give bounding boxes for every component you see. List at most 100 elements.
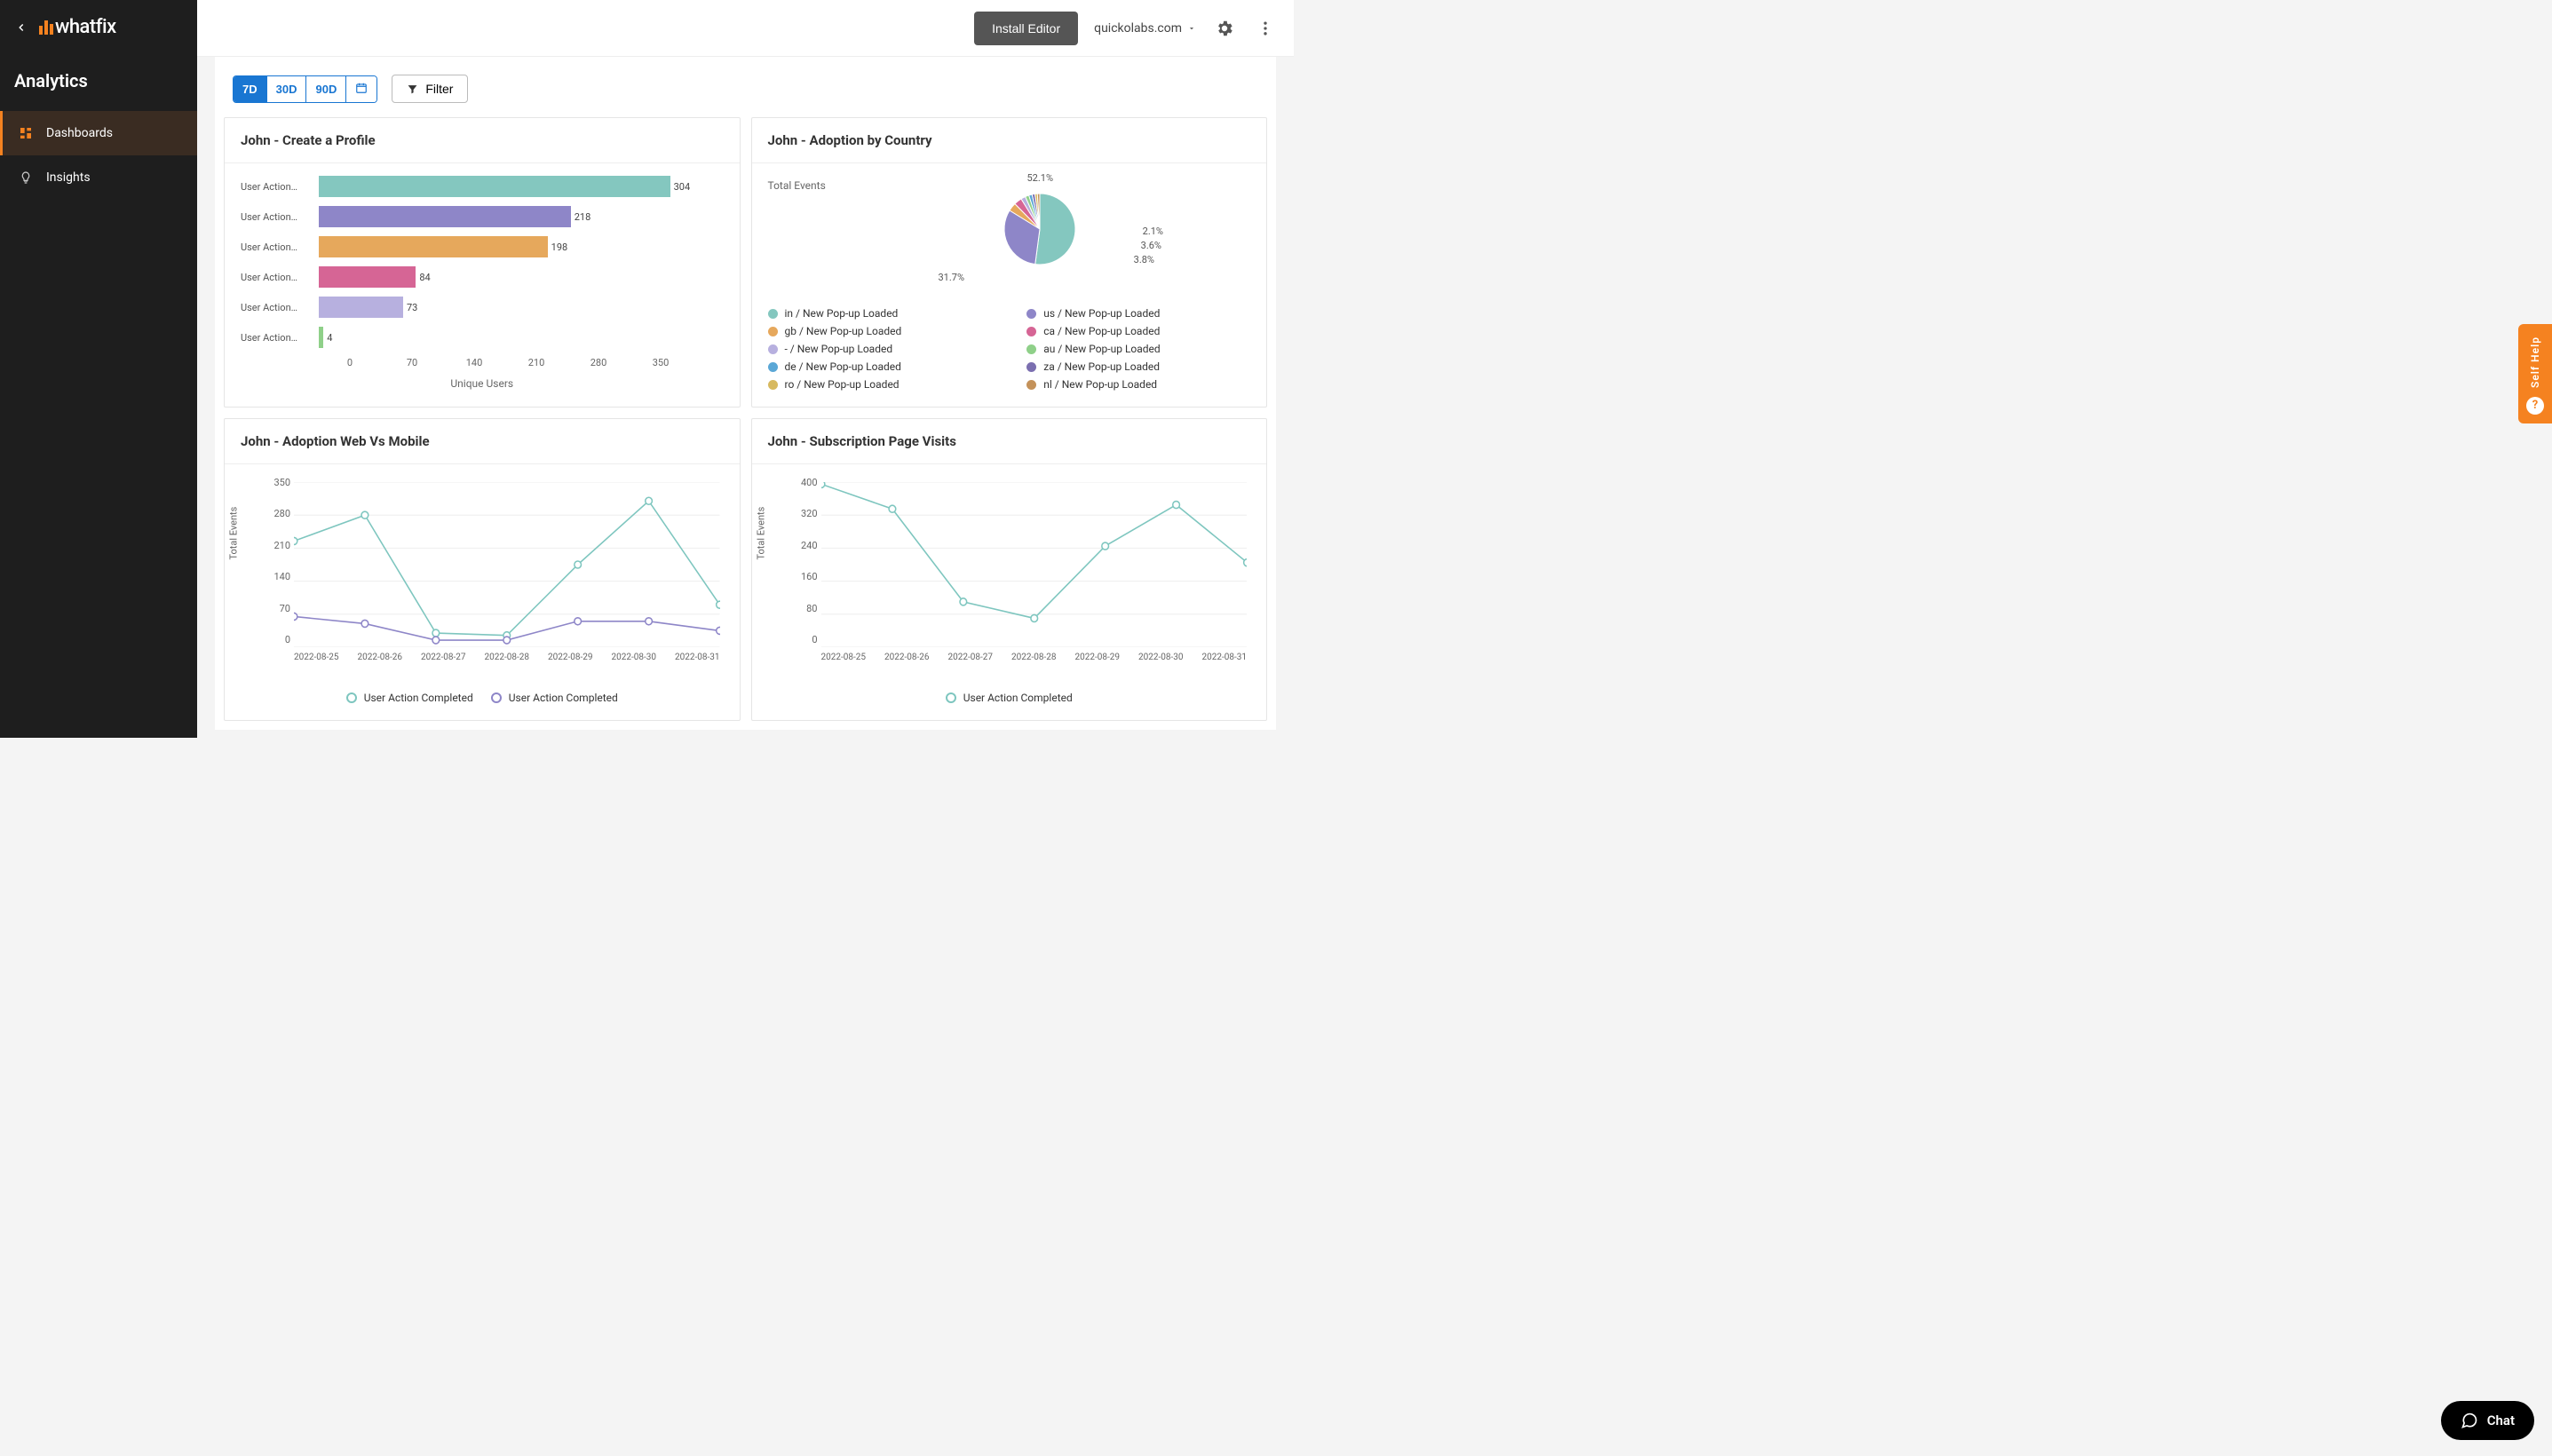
topbar: Install Editor quickolabs.com <box>197 0 1294 57</box>
legend-label: ro / New Pop-up Loaded <box>785 378 900 391</box>
filters-row: 7D 30D 90D Filter <box>224 66 1267 110</box>
legend-label: gb / New Pop-up Loaded <box>785 325 902 337</box>
bar-row: User Action… 304 <box>241 176 724 197</box>
legend-dot <box>1026 380 1036 390</box>
chart-legend: User Action Completed User Action Complet… <box>241 692 724 704</box>
card-title: John - Create a Profile <box>225 118 740 163</box>
bar <box>319 297 403 318</box>
bar <box>319 176 670 197</box>
range-7d-button[interactable]: 7D <box>234 76 266 102</box>
more-vertical-icon[interactable] <box>1253 16 1278 41</box>
legend-label: ca / New Pop-up Loaded <box>1043 325 1160 337</box>
bar-label: User Action… <box>241 332 310 344</box>
install-editor-button[interactable]: Install Editor <box>974 12 1078 45</box>
chat-button[interactable]: Chat <box>2441 1401 2534 1440</box>
settings-icon[interactable] <box>1212 16 1237 41</box>
bar-x-axis: 070140210280350 <box>319 357 724 368</box>
legend-label: za / New Pop-up Loaded <box>1043 360 1160 373</box>
sidebar-title: Analytics <box>0 54 197 111</box>
bar-label: User Action… <box>241 181 310 193</box>
bar-chart: User Action…304User Action…218User Actio… <box>241 176 724 348</box>
pie-slice-label: 3.6% <box>1141 240 1161 251</box>
self-help-label: Self Help <box>2529 336 2541 388</box>
filter-label: Filter <box>425 82 453 96</box>
sidebar-item-insights[interactable]: Insights <box>0 155 197 200</box>
chevron-down-icon <box>1187 24 1196 33</box>
bar-row: User Action… 84 <box>241 266 724 288</box>
legend-marker <box>946 692 956 703</box>
pie-slice-label: 3.8% <box>1134 254 1154 265</box>
legend-item: za / New Pop-up Loaded <box>1026 360 1250 373</box>
bar <box>319 236 548 257</box>
range-30d-button[interactable]: 30D <box>266 76 306 102</box>
legend-item: User Action Completed <box>946 692 1073 704</box>
legend-label: au / New Pop-up Loaded <box>1043 343 1160 355</box>
card-web-vs-mobile: John - Adoption Web Vs Mobile Total Even… <box>224 418 741 721</box>
legend-dot <box>768 309 778 319</box>
bar-label: User Action… <box>241 241 310 253</box>
line-chart: Total Events 400320240160800 2022-08-252… <box>768 477 1251 663</box>
help-icon: ? <box>2526 397 2544 415</box>
pie-slice-label: 52.1% <box>1026 172 1053 184</box>
legend-item: gb / New Pop-up Loaded <box>768 325 992 337</box>
sidebar-item-label: Dashboards <box>46 126 113 140</box>
sidebar-item-dashboards[interactable]: Dashboards <box>0 111 197 155</box>
legend-dot <box>768 362 778 372</box>
range-calendar-button[interactable] <box>345 76 376 102</box>
chart-legend: User Action Completed <box>768 692 1251 704</box>
bar-label: User Action… <box>241 302 310 313</box>
legend-item: - / New Pop-up Loaded <box>768 343 992 355</box>
bar-row: User Action… 218 <box>241 206 724 227</box>
legend-dot <box>1026 309 1036 319</box>
bar <box>319 206 571 227</box>
bar-value: 304 <box>674 181 691 193</box>
legend-label: in / New Pop-up Loaded <box>785 307 899 320</box>
pie-legend: in / New Pop-up Loaded us / New Pop-up Lo… <box>768 307 1251 391</box>
back-icon[interactable] <box>12 19 30 36</box>
legend-item: in / New Pop-up Loaded <box>768 307 992 320</box>
bar-row: User Action… 4 <box>241 327 724 348</box>
dashboard-icon <box>18 125 34 141</box>
y-axis-title: Total Events <box>228 507 240 560</box>
legend-dot <box>768 344 778 354</box>
legend-item: nl / New Pop-up Loaded <box>1026 378 1250 391</box>
bar-value: 218 <box>575 211 591 223</box>
legend-label: - / New Pop-up Loaded <box>785 343 893 355</box>
card-title: John - Adoption by Country <box>752 118 1267 163</box>
legend-item: User Action Completed <box>491 692 618 704</box>
bar-label: User Action… <box>241 211 310 223</box>
legend-label: nl / New Pop-up Loaded <box>1043 378 1157 391</box>
pie-chart: 52.1% 2.1% 3.6% 3.8% 31.7% <box>830 176 1251 300</box>
account-dropdown[interactable]: quickolabs.com <box>1094 21 1196 36</box>
y-axis-title: Total Events <box>755 507 766 560</box>
chat-icon <box>2461 1412 2478 1429</box>
card-title: John - Adoption Web Vs Mobile <box>225 419 740 464</box>
range-90d-button[interactable]: 90D <box>305 76 345 102</box>
legend-label: User Action Completed <box>509 692 618 704</box>
bar-value: 4 <box>327 332 332 344</box>
legend-item: ca / New Pop-up Loaded <box>1026 325 1250 337</box>
legend-dot <box>1026 362 1036 372</box>
filter-button[interactable]: Filter <box>392 75 468 103</box>
pie-metric-label: Total Events <box>768 176 830 300</box>
legend-dot <box>1026 327 1036 336</box>
legend-label: de / New Pop-up Loaded <box>785 360 901 373</box>
bar-row: User Action… 198 <box>241 236 724 257</box>
card-create-profile: John - Create a Profile User Action…304U… <box>224 117 741 408</box>
bar <box>319 327 323 348</box>
bar-row: User Action… 73 <box>241 297 724 318</box>
bar-value: 84 <box>419 272 430 283</box>
legend-dot <box>768 327 778 336</box>
self-help-tab[interactable]: Self Help ? <box>2518 324 2552 423</box>
legend-label: us / New Pop-up Loaded <box>1043 307 1160 320</box>
bar-label: User Action… <box>241 272 310 283</box>
legend-item: us / New Pop-up Loaded <box>1026 307 1250 320</box>
bar-value: 198 <box>551 241 568 253</box>
bar-x-axis-title: Unique Users <box>241 377 724 390</box>
legend-label: User Action Completed <box>364 692 473 704</box>
bar <box>319 266 416 288</box>
calendar-icon <box>355 82 368 94</box>
bar-value: 73 <box>407 302 417 313</box>
brand-logo: whatfix <box>39 16 116 38</box>
legend-label: User Action Completed <box>963 692 1073 704</box>
